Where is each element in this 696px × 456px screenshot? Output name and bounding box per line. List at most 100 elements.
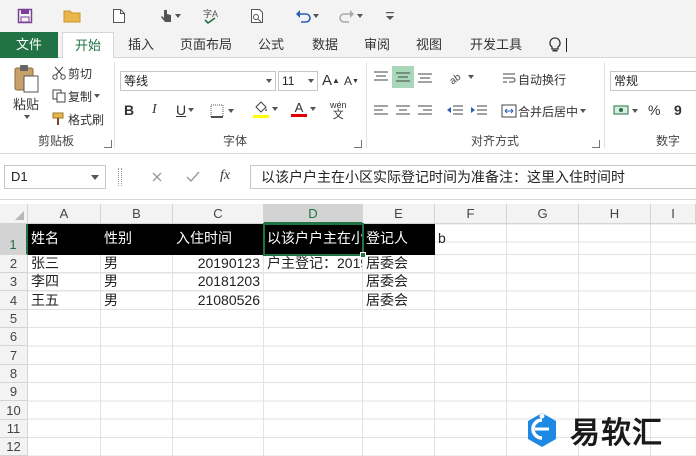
- merge-center-button[interactable]: 合并后居中: [500, 102, 587, 120]
- font-launcher-icon[interactable]: [354, 140, 362, 148]
- print-preview-icon[interactable]: [246, 6, 268, 26]
- cell-a1[interactable]: 姓名: [28, 224, 101, 255]
- borders-button[interactable]: [208, 102, 234, 120]
- cell-d3[interactable]: [264, 273, 363, 291]
- phonetic-button[interactable]: wén 文: [330, 100, 347, 121]
- percent-button[interactable]: %: [648, 102, 660, 118]
- tab-page-layout[interactable]: 页面布局: [170, 32, 242, 58]
- font-color-button[interactable]: A: [290, 100, 316, 118]
- row-header-7[interactable]: 7: [0, 346, 28, 365]
- formula-input[interactable]: 以该户户主在小区实际登记时间为准备注：这里入住时间时: [250, 165, 696, 189]
- row-header-9[interactable]: 9: [0, 383, 28, 401]
- row-header-12[interactable]: 12: [0, 438, 28, 456]
- enter-button[interactable]: [184, 168, 202, 186]
- cell-a4[interactable]: 王五: [28, 291, 101, 310]
- open-folder-icon[interactable]: [60, 6, 84, 26]
- fill-color-button[interactable]: [252, 100, 278, 118]
- cell-d4[interactable]: [264, 291, 363, 310]
- row-header-6[interactable]: 6: [0, 328, 28, 346]
- column-header-f[interactable]: F: [435, 204, 507, 224]
- name-box[interactable]: D1: [4, 165, 106, 189]
- select-all-button[interactable]: [0, 204, 28, 224]
- decrease-indent-button[interactable]: [446, 102, 464, 120]
- font-size-combo[interactable]: 11: [278, 71, 318, 91]
- row-header-8[interactable]: 8: [0, 365, 28, 383]
- cell-e2[interactable]: 居委会: [363, 255, 435, 273]
- row-header-4[interactable]: 4: [0, 291, 28, 310]
- increase-indent-button[interactable]: [470, 102, 488, 120]
- align-left-button[interactable]: [372, 102, 390, 120]
- tab-view[interactable]: 视图: [404, 32, 454, 58]
- cell-d1[interactable]: 以该户户主在小区: [264, 224, 363, 255]
- formula-bar-grip[interactable]: [118, 168, 122, 186]
- row-header-1[interactable]: 1: [0, 224, 28, 255]
- row-header-5[interactable]: 5: [0, 310, 28, 328]
- cell-a3[interactable]: 李四: [28, 273, 101, 291]
- redo-icon[interactable]: [334, 6, 368, 26]
- undo-icon[interactable]: [290, 6, 324, 26]
- grow-font-button[interactable]: A ▲: [322, 72, 340, 89]
- tab-file[interactable]: 文件: [0, 32, 58, 58]
- tab-developer[interactable]: 开发工具: [460, 32, 532, 58]
- new-file-icon[interactable]: [108, 6, 130, 26]
- cell-c1[interactable]: 入住时间: [173, 224, 264, 255]
- cell-b1[interactable]: 性别: [101, 224, 173, 255]
- cell-b2[interactable]: 男: [101, 255, 173, 273]
- paste-button[interactable]: 粘贴: [8, 64, 44, 119]
- tab-review[interactable]: 审阅: [352, 32, 402, 58]
- cut-button[interactable]: 剪切: [50, 64, 92, 82]
- align-bottom-button[interactable]: [416, 68, 434, 86]
- column-header-e[interactable]: E: [363, 204, 435, 224]
- touch-mode-icon[interactable]: [154, 6, 186, 26]
- column-header-d[interactable]: D: [264, 204, 363, 224]
- cell-d2[interactable]: 户主登记：2019: [264, 255, 363, 273]
- row-header-2[interactable]: 2: [0, 255, 28, 273]
- cancel-button[interactable]: [148, 168, 166, 186]
- tab-home[interactable]: 开始: [62, 32, 114, 59]
- clipboard-launcher-icon[interactable]: [104, 140, 112, 148]
- cell-e4[interactable]: 居委会: [363, 291, 435, 310]
- row-header-10[interactable]: 10: [0, 401, 28, 420]
- row-header-11[interactable]: 11: [0, 420, 28, 438]
- alignment-launcher-icon[interactable]: [592, 140, 600, 148]
- font-name-combo[interactable]: 等线: [120, 71, 276, 91]
- comma-style-button[interactable]: 9: [674, 102, 682, 118]
- orientation-button[interactable]: ab: [448, 68, 474, 86]
- cell-e1[interactable]: 登记人: [363, 224, 435, 255]
- cell-c2[interactable]: 20190123: [173, 255, 264, 273]
- column-header-b[interactable]: B: [101, 204, 173, 224]
- tab-insert[interactable]: 插入: [116, 32, 166, 58]
- column-header-g[interactable]: G: [507, 204, 579, 224]
- column-header-i[interactable]: I: [651, 204, 696, 224]
- cell-c3[interactable]: 20181203: [173, 273, 264, 291]
- align-center-button[interactable]: [394, 102, 412, 120]
- align-top-button[interactable]: [372, 68, 390, 86]
- cell-e3[interactable]: 居委会: [363, 273, 435, 291]
- shrink-font-button[interactable]: A ▼: [344, 74, 359, 88]
- number-format-combo[interactable]: 常规: [610, 71, 696, 91]
- customize-qat-icon[interactable]: [382, 6, 398, 26]
- cell-f1[interactable]: b: [435, 224, 507, 255]
- cell-c4[interactable]: 21080526: [173, 291, 264, 310]
- cell-a2[interactable]: 张三: [28, 255, 101, 273]
- column-header-h[interactable]: H: [579, 204, 651, 224]
- underline-button[interactable]: U: [176, 102, 195, 118]
- format-painter-button[interactable]: 格式刷: [50, 110, 104, 128]
- italic-button[interactable]: I: [152, 102, 157, 118]
- accounting-format-button[interactable]: [612, 102, 638, 120]
- cell-b4[interactable]: 男: [101, 291, 173, 310]
- tab-data[interactable]: 数据: [300, 32, 350, 58]
- bold-button[interactable]: B: [124, 102, 134, 118]
- cell-b3[interactable]: 男: [101, 273, 173, 291]
- tab-formulas[interactable]: 公式: [246, 32, 296, 58]
- wrap-text-button[interactable]: 自动换行: [500, 70, 566, 88]
- align-middle-button[interactable]: [392, 66, 414, 88]
- insert-function-button[interactable]: fx: [220, 168, 230, 184]
- column-header-c[interactable]: C: [173, 204, 264, 224]
- tell-me-cursor[interactable]: [566, 38, 567, 52]
- align-right-button[interactable]: [416, 102, 434, 120]
- row-header-3[interactable]: 3: [0, 273, 28, 291]
- spelling-icon[interactable]: 字A: [200, 6, 224, 26]
- column-header-a[interactable]: A: [28, 204, 101, 224]
- copy-button[interactable]: 复制: [50, 87, 101, 105]
